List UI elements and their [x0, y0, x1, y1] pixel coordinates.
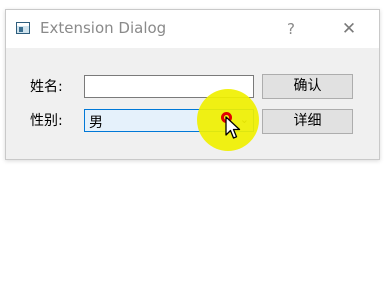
mouse-pointer-icon — [225, 116, 241, 139]
close-button[interactable]: ✕ — [334, 16, 364, 42]
help-button[interactable]: ? — [278, 16, 304, 42]
window-title: Extension Dialog — [40, 19, 167, 37]
app-window-icon — [16, 22, 30, 34]
gender-label: 性别: — [30, 113, 63, 129]
gender-select-value: 男 — [89, 115, 103, 131]
detail-button[interactable]: 详细 — [262, 109, 353, 134]
title-bar: Extension Dialog ? ✕ — [6, 10, 379, 48]
name-label: 姓名: — [30, 79, 63, 95]
extension-dialog-window: Extension Dialog ? ✕ 姓名: 性别: 男 ⌄ 确认 详细 — [5, 9, 380, 160]
confirm-button[interactable]: 确认 — [262, 74, 353, 99]
